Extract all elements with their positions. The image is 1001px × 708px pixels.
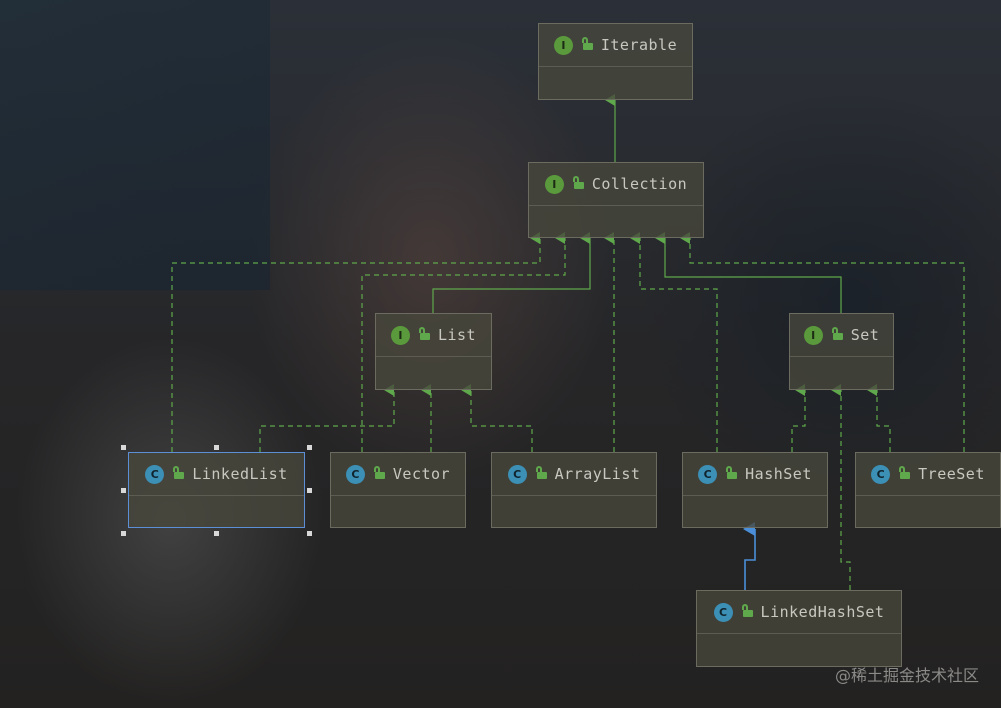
- node-collection[interactable]: I Collection: [528, 162, 704, 238]
- class-icon: C: [345, 464, 365, 484]
- lock-icon: [741, 603, 753, 618]
- node-label: Set: [850, 326, 880, 344]
- node-label: HashSet: [745, 465, 812, 483]
- selection-handle[interactable]: [121, 488, 126, 493]
- class-icon: C: [145, 464, 165, 484]
- class-icon: C: [713, 602, 733, 622]
- selection-handle[interactable]: [307, 445, 312, 450]
- class-icon: C: [507, 464, 527, 484]
- lock-icon: [581, 36, 593, 51]
- node-vector[interactable]: C Vector: [330, 452, 466, 528]
- node-list[interactable]: I List: [375, 313, 492, 390]
- edge-arraylist-list: [461, 384, 533, 452]
- lock-icon: [572, 175, 584, 190]
- lock-icon: [898, 465, 911, 480]
- edge-linkedhashset-set: [831, 384, 851, 590]
- edge-hashset-set: [791, 384, 806, 452]
- interface-icon: I: [390, 325, 410, 345]
- lock-icon: [373, 465, 385, 480]
- node-label: LinkedList: [192, 465, 288, 483]
- node-label: Collection: [591, 175, 688, 193]
- edge-linkedhashset-hashset: [743, 522, 756, 590]
- node-label: Vector: [392, 465, 451, 483]
- node-linkedlist[interactable]: C LinkedList: [128, 452, 305, 528]
- selection-handle[interactable]: [307, 531, 312, 536]
- interface-icon: I: [553, 35, 573, 55]
- node-label: Iterable: [600, 36, 678, 54]
- edge-set-collection: [655, 232, 842, 313]
- lock-icon: [725, 465, 738, 480]
- edge-hashset-collection: [630, 232, 718, 452]
- lock-icon: [535, 465, 547, 480]
- node-label: LinkedHashSet: [760, 603, 885, 621]
- selection-handle[interactable]: [307, 488, 312, 493]
- selection-handle[interactable]: [214, 531, 219, 536]
- class-icon: C: [698, 464, 718, 484]
- class-icon: C: [871, 464, 891, 484]
- node-label: ArrayList: [554, 465, 641, 483]
- selection-handle[interactable]: [121, 531, 126, 536]
- edge-linkedlist-list: [259, 384, 395, 452]
- selection-handle[interactable]: [121, 445, 126, 450]
- interface-icon: I: [544, 174, 564, 194]
- node-label: List: [437, 326, 477, 344]
- selection-handle[interactable]: [214, 445, 219, 450]
- node-linkedhashset[interactable]: C LinkedHashSet: [696, 590, 902, 667]
- lock-icon: [418, 326, 430, 341]
- edge-treeset-set: [867, 384, 891, 452]
- lock-icon: [172, 465, 185, 480]
- node-treeset[interactable]: C TreeSet: [855, 452, 1001, 528]
- node-label: TreeSet: [918, 465, 985, 483]
- watermark: @稀土掘金技术社区: [834, 666, 979, 685]
- interface-icon: I: [803, 325, 823, 345]
- lock-icon: [831, 326, 843, 341]
- node-hashset[interactable]: C HashSet: [682, 452, 828, 528]
- node-arraylist[interactable]: C ArrayList: [491, 452, 657, 528]
- node-set[interactable]: I Set: [789, 313, 894, 390]
- node-iterable[interactable]: I Iterable: [538, 23, 693, 100]
